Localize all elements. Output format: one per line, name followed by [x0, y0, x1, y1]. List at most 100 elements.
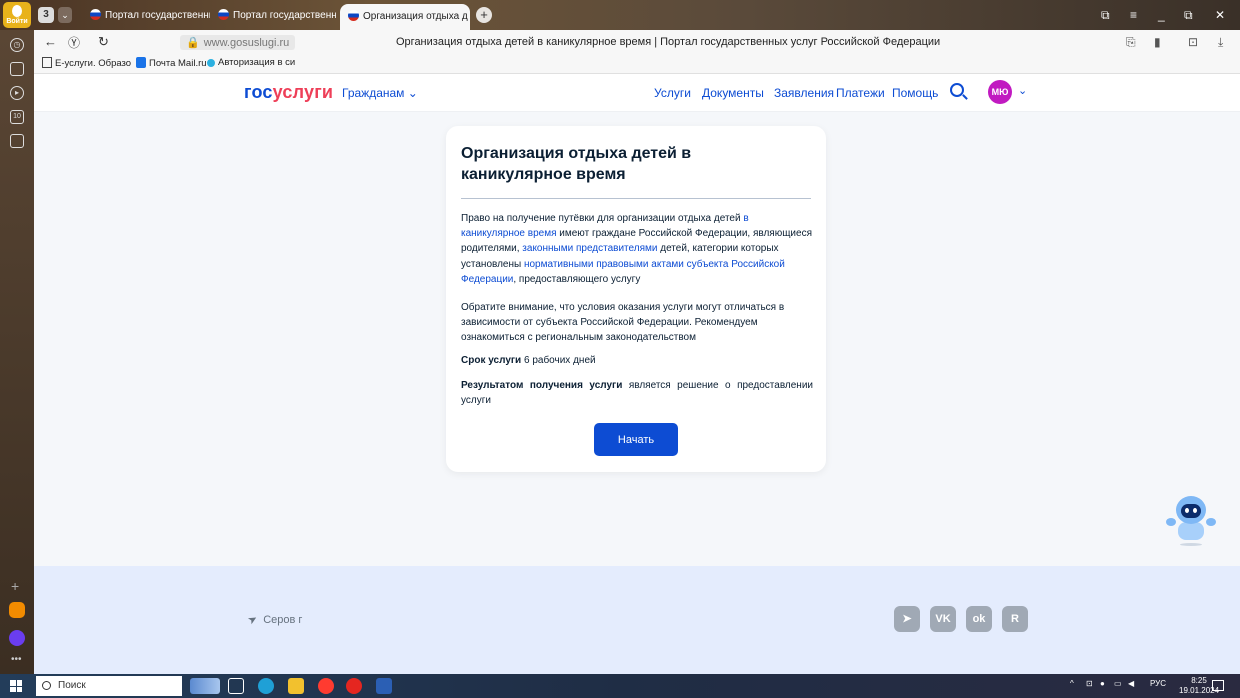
rutube-icon[interactable]: R	[1002, 606, 1028, 632]
document-icon	[42, 57, 52, 68]
notice-paragraph: Обратите внимание, что условия оказания …	[461, 302, 785, 344]
close-window-icon[interactable]: ✕	[1215, 8, 1225, 22]
bookmarks-bar: E-услуги. Образо Почта Mail.ru Авторизац…	[34, 54, 1240, 74]
yandex-icon[interactable]: Ⓨ	[68, 34, 80, 51]
mail-icon	[136, 57, 146, 68]
citizens-menu[interactable]: Гражданам ⌄	[342, 86, 418, 100]
result-label: Результатом получения услуги	[461, 380, 623, 391]
alice-icon[interactable]	[9, 630, 25, 646]
tabs-dropdown-icon[interactable]: ⌄	[58, 7, 72, 23]
robot-assistant-icon[interactable]	[1166, 496, 1216, 550]
minimize-icon[interactable]: _	[1158, 8, 1165, 22]
telegram-icon[interactable]: ➤	[894, 606, 920, 632]
history-icon[interactable]: ◷	[10, 38, 24, 52]
robot-base	[1180, 543, 1202, 546]
more-icon[interactable]: •••	[11, 654, 22, 665]
reload-icon[interactable]: ↻	[98, 34, 109, 50]
weather-widget-icon[interactable]	[190, 678, 220, 694]
ok-icon[interactable]: ok	[966, 606, 992, 632]
screenshot-icon[interactable]	[10, 134, 24, 148]
windows-start-icon[interactable]	[10, 680, 22, 692]
notifications-icon[interactable]	[1212, 680, 1224, 691]
login-button[interactable]: Войти	[3, 2, 31, 28]
menu-icon[interactable]: ≡	[1130, 8, 1137, 22]
text: Право на получение путёвки для организац…	[461, 213, 744, 224]
browser-tab-1[interactable]: Портал государственных	[90, 8, 210, 24]
extensions-icon[interactable]: ⊡	[1188, 35, 1198, 49]
gosuslugi-favicon-icon	[348, 10, 359, 21]
robot-arm	[1166, 518, 1176, 526]
site-header: госуслуги Гражданам ⌄ Услуги Документы З…	[34, 74, 1240, 112]
legal-representatives-link[interactable]: законными представителями	[522, 243, 657, 254]
file-explorer-icon[interactable]	[288, 678, 304, 694]
tray-app-icon[interactable]: ⊡	[1086, 679, 1093, 688]
term-value: 6 рабочих дней	[521, 355, 596, 366]
browser-sidebar: ◷ ▸ 10 + •••	[0, 30, 34, 674]
tab-title: Портал государственных	[233, 10, 336, 21]
mail-app-icon[interactable]	[9, 602, 25, 618]
text: , предоставляющего услугу	[513, 273, 641, 285]
back-icon[interactable]: ←	[44, 34, 57, 49]
restore-icon[interactable]: ⧉	[1184, 8, 1193, 23]
taskbar-search[interactable]: Поиск	[36, 676, 182, 696]
reader-icon[interactable]: ⎘	[1126, 35, 1136, 50]
robot-arm	[1206, 518, 1216, 526]
tray-chevron-icon[interactable]: ^	[1070, 679, 1074, 688]
robot-eye	[1193, 508, 1197, 513]
service-term: Срок услуги 6 рабочих дней	[461, 353, 813, 368]
location-label: Серов г	[263, 614, 303, 626]
nav-help[interactable]: Помощь	[892, 86, 938, 100]
location-selector[interactable]: ➤ Серов г	[245, 612, 303, 628]
location-arrow-icon: ➤	[245, 612, 260, 628]
search-icon	[42, 681, 51, 690]
browser-tab-2[interactable]: Портал государственных	[218, 8, 336, 24]
play-icon[interactable]: ▸	[10, 86, 24, 100]
vk-icon[interactable]: VK	[930, 606, 956, 632]
add-panel-icon[interactable]: +	[11, 578, 19, 594]
nav-applications[interactable]: Заявления	[774, 86, 834, 100]
url-field[interactable]: 🔒 www.gosuslugi.ru	[180, 35, 296, 50]
nav-documents[interactable]: Документы	[702, 86, 764, 100]
start-button[interactable]: Начать	[594, 423, 678, 456]
avatar[interactable]: МЮ	[988, 80, 1012, 104]
gosuslugi-logo[interactable]: госуслуги	[244, 82, 333, 103]
bookmark-item[interactable]: Авторизация в си	[207, 57, 295, 68]
bookmark-item[interactable]: E-услуги. Образо	[42, 57, 131, 69]
browser-tab-active[interactable]: Организация отдыха д✕	[340, 4, 470, 30]
service-card: Организация отдыха детей в каникулярное …	[446, 126, 826, 472]
nav-services[interactable]: Услуги	[654, 86, 691, 100]
language-indicator[interactable]: РУС	[1150, 679, 1166, 688]
profile-icon	[12, 5, 22, 17]
nav-payments[interactable]: Платежи	[836, 86, 885, 100]
page-title: Организация отдыха детей в каникулярное …	[396, 36, 941, 48]
auth-icon	[207, 59, 215, 67]
word-icon[interactable]	[376, 678, 392, 694]
windows-taskbar: Поиск ^ ⊡ ● ▭ ◀ РУС 8:25 19.01.2024	[0, 674, 1240, 698]
microphone-icon[interactable]: ●	[1100, 679, 1105, 688]
yandex-browser-icon[interactable]	[318, 678, 334, 694]
gosuslugi-favicon-icon	[90, 9, 101, 20]
bookmark-item[interactable]: Почта Mail.ru	[136, 57, 207, 69]
search-icon[interactable]	[950, 83, 964, 97]
search-placeholder: Поиск	[58, 680, 86, 691]
tab-title: Портал государственных	[105, 10, 210, 21]
url-text: www.gosuslugi.ru	[203, 37, 290, 49]
address-bar: ← Ⓨ ↻ 🔒 www.gosuslugi.ru Организация отды…	[34, 30, 1240, 54]
volume-icon[interactable]: ◀	[1128, 679, 1134, 688]
service-title: Организация отдыха детей в каникулярное …	[461, 145, 692, 183]
network-icon[interactable]: ▭	[1114, 679, 1122, 688]
yandex-icon[interactable]	[346, 678, 362, 694]
login-label: Войти	[6, 18, 28, 25]
badge-10-icon[interactable]: 10	[10, 110, 24, 124]
tab-collection-icon[interactable]: ⧉	[1101, 8, 1110, 23]
new-tab-icon[interactable]: +	[476, 7, 492, 23]
chevron-down-icon[interactable]: ⌄	[1018, 84, 1027, 97]
divider	[461, 198, 811, 199]
bookmark-icon[interactable]: ▮	[1154, 35, 1161, 49]
task-view-icon[interactable]	[228, 678, 244, 694]
edge-icon[interactable]	[258, 678, 274, 694]
bookmark-label: E-услуги. Образо	[55, 58, 132, 69]
download-icon[interactable]: ⤓	[1218, 35, 1223, 50]
tabs-icon[interactable]	[10, 62, 24, 76]
tab-count-badge[interactable]: 3	[38, 7, 54, 23]
